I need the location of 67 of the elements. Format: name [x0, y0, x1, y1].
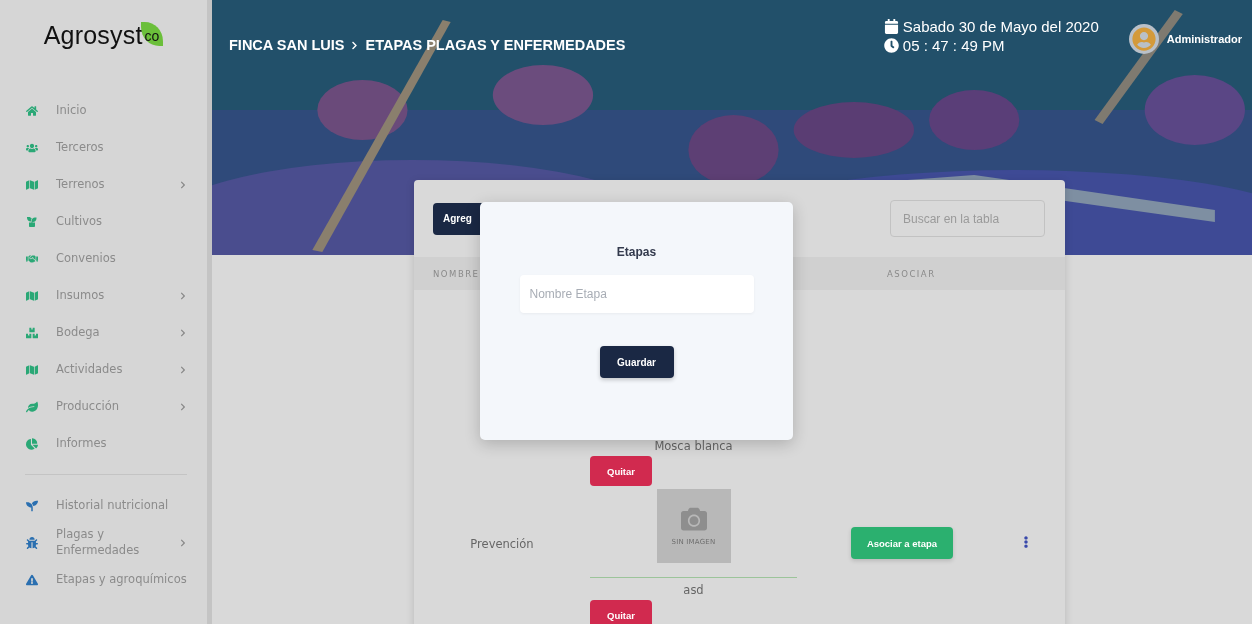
sidebar-label: Terrenos: [56, 176, 106, 193]
sidebar-item[interactable]: Terceros: [0, 129, 207, 166]
sidebar-label: Terceros: [56, 139, 105, 156]
sidebar-item[interactable]: Bodega: [0, 314, 207, 351]
chevron-icon: [179, 180, 187, 189]
menu-icon: [26, 400, 38, 413]
menu-icon: [26, 215, 38, 228]
chevron-icon: [179, 538, 187, 547]
menu-icon: [26, 104, 38, 117]
menu-icon: [26, 499, 38, 512]
sidebar-label: Producción: [56, 398, 120, 415]
sidebar-item[interactable]: Etapas y agroquímicos: [0, 561, 207, 598]
chevron-icon: [179, 402, 187, 411]
calendar-icon: [883, 19, 899, 34]
date-text: Sabado 30 de Mayo del 2020: [902, 18, 1099, 35]
camera-icon: [680, 506, 707, 532]
menu-icon: [26, 178, 38, 191]
menu-icon: [26, 141, 38, 154]
input-field[interactable]: Nombre Etapa: [519, 275, 754, 313]
remove-button[interactable]: Quitar: [590, 456, 652, 486]
table-cell: Prevención: [470, 537, 534, 551]
chevron-icon: [350, 40, 360, 50]
sidebar-item[interactable]: Plagas y Enfermedades: [0, 524, 207, 561]
sidebar-label: Plagas y Enfermedades: [56, 527, 141, 558]
sidebar-item[interactable]: Actividades: [0, 351, 207, 388]
search-field[interactable]: Buscar en la tabla: [890, 200, 1045, 237]
sidebar-item[interactable]: Convenios: [0, 240, 207, 277]
chevron-icon: [179, 328, 187, 337]
clock-icon: [883, 38, 899, 53]
menu-icon: [26, 326, 38, 339]
sidebar-item[interactable]: Inicio: [0, 92, 207, 129]
sidebar-label: Convenios: [56, 250, 117, 267]
column-header: ASOCIAR: [887, 268, 937, 279]
sidebar-label: Informes: [56, 435, 108, 452]
sidebar-label: Etapas y agroquímicos: [56, 571, 187, 588]
chevron-icon: [179, 365, 187, 374]
menu-icon: [26, 573, 38, 586]
breadcrumb-item: FINCA SAN LUIS: [229, 37, 345, 53]
column-header: NOMBRE: [432, 268, 481, 279]
menu-icon: [26, 536, 38, 549]
time-text: 05 : 47 : 49 PM: [902, 37, 1005, 54]
associate-button[interactable]: Asociar a etapa: [850, 527, 954, 559]
sidebar-item[interactable]: Cultivos: [0, 203, 207, 240]
modal-title: Etapas: [616, 245, 657, 259]
menu-icon: [26, 363, 38, 376]
sidebar-item[interactable]: Insumos: [0, 277, 207, 314]
sidebar-item[interactable]: Producción: [0, 388, 207, 425]
chevron-icon: [179, 291, 187, 300]
sidebar-label: Historial nutricional: [56, 497, 170, 514]
breadcrumb-item: ETAPAS PLAGAS Y ENFERMEDADES: [365, 37, 626, 53]
menu-icon: [26, 289, 38, 302]
save-button[interactable]: Guardar: [599, 346, 674, 378]
sidebar-label: Actividades: [56, 361, 124, 378]
sidebar-label: Inicio: [56, 102, 88, 119]
sidebar-item[interactable]: Informes: [0, 425, 207, 462]
more-icon[interactable]: [1023, 536, 1029, 550]
menu-icon: [26, 252, 38, 265]
sidebar-label: Bodega: [56, 324, 101, 341]
remove-button[interactable]: Quitar: [590, 600, 652, 624]
pest-name: asd: [683, 582, 704, 598]
sidebar-item[interactable]: Historial nutricional: [0, 487, 207, 524]
menu-icon: [26, 437, 38, 450]
sidebar-label: Cultivos: [56, 213, 104, 230]
user-name: Administrador: [1166, 33, 1242, 45]
sidebar-item[interactable]: Terrenos: [0, 166, 207, 203]
sidebar-label: Insumos: [56, 287, 106, 304]
pest-name: Mosca blanca: [654, 438, 733, 454]
